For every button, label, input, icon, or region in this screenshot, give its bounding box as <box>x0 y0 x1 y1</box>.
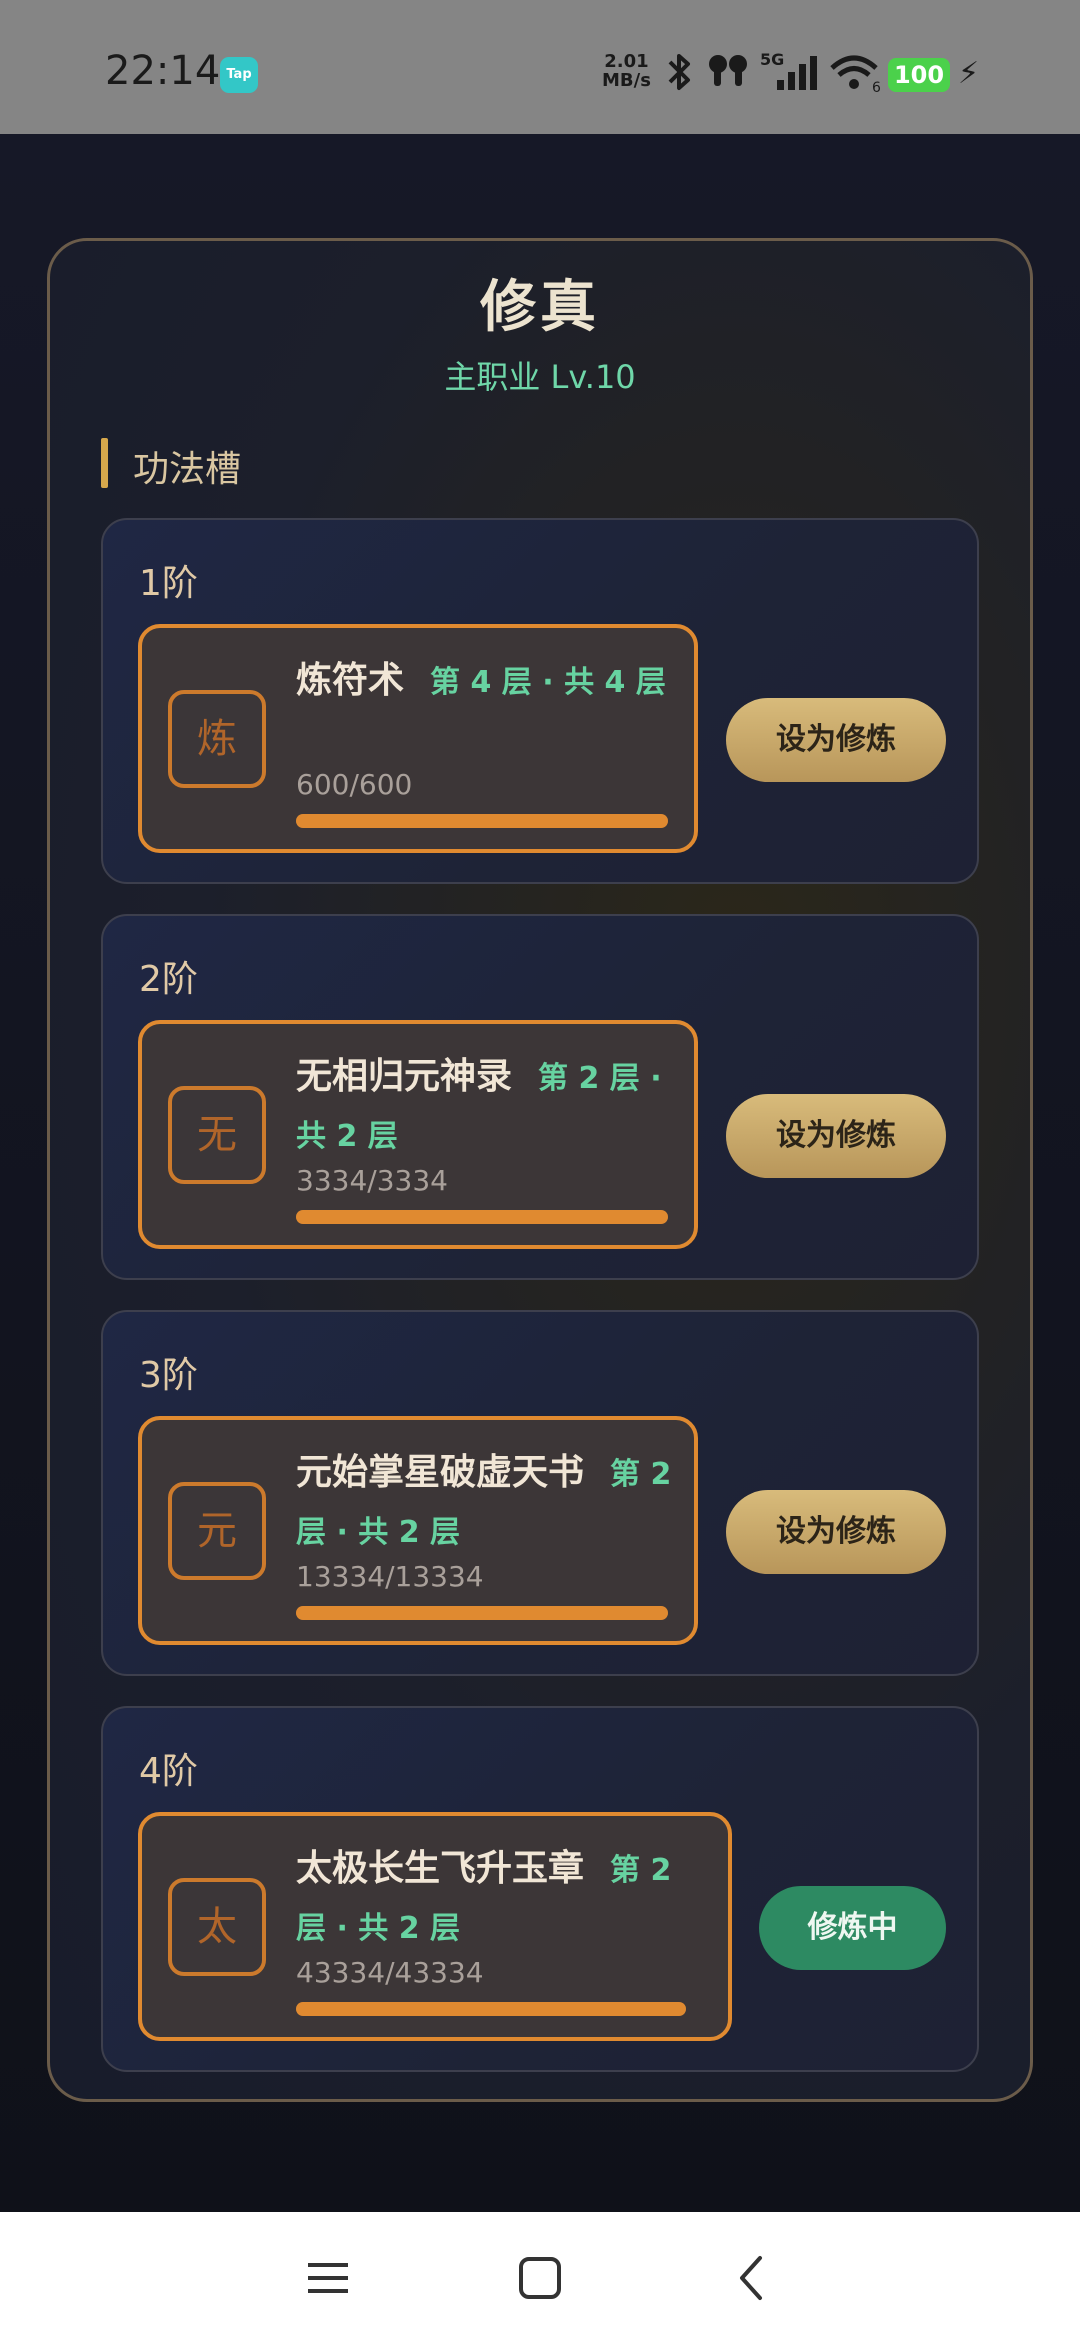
progress-bar <box>296 814 668 828</box>
skill-name: 太极长生飞升玉章 <box>296 1848 585 1889</box>
set-cultivate-button[interactable]: 设为修炼 <box>726 698 946 782</box>
progress-bar <box>296 2002 686 2016</box>
section-accent-bar <box>101 438 108 488</box>
home-square-icon[interactable] <box>510 2248 570 2308</box>
skill-icon: 太 <box>168 1878 266 1976</box>
svg-text:6: 6 <box>872 80 881 94</box>
tier-label: 1阶 <box>139 563 198 604</box>
menu-icon[interactable] <box>298 2248 358 2308</box>
net-speed-unit: MB/s <box>602 70 651 91</box>
skill-card[interactable]: 炼 炼符术第 4 层 · 共 4 层 600/600 <box>138 624 698 853</box>
progress-fill <box>296 1210 668 1224</box>
skill-heading: 炼符术第 4 层 · 共 4 层 <box>296 654 672 714</box>
bluetooth-icon <box>668 54 690 90</box>
status-bar: 22:14 Tap 2.01 MB/s 5G 6 100 ⚡ <box>0 0 1080 134</box>
skill-icon: 无 <box>168 1086 266 1184</box>
system-nav-bar <box>0 2212 1080 2345</box>
net-speed: 2.01 MB/s <box>602 52 651 90</box>
signal-icon <box>777 56 817 90</box>
status-time: 22:14 <box>105 48 221 94</box>
cultivating-status-button[interactable]: 修炼中 <box>759 1886 946 1970</box>
earbuds-icon <box>709 55 747 86</box>
skill-heading: 太极长生飞升玉章第 2 层 · 共 2 层 <box>296 1842 706 1960</box>
progress-fill <box>296 814 668 828</box>
skill-card[interactable]: 元 元始掌星破虚天书第 2 层 · 共 2 层 13334/13334 <box>138 1416 698 1645</box>
tier-card-2: 2阶 无 无相归元神录第 2 层 · 共 2 层 3334/3334 设为修炼 <box>101 914 979 1280</box>
skill-name: 无相归元神录 <box>296 1056 513 1097</box>
main-profession-level: 主职业 Lv.10 <box>444 358 636 396</box>
skill-name: 炼符术 <box>296 660 405 701</box>
section-title: 功法槽 <box>133 449 242 490</box>
set-cultivate-button[interactable]: 设为修炼 <box>726 1490 946 1574</box>
skill-layer: 第 4 层 · 共 4 层 <box>430 665 666 700</box>
skill-progress-text: 600/600 <box>296 768 413 801</box>
progress-fill <box>296 2002 686 2016</box>
progress-bar <box>296 1606 668 1620</box>
skill-heading: 元始掌星破虚天书第 2 层 · 共 2 层 <box>296 1446 672 1564</box>
skill-heading: 无相归元神录第 2 层 · 共 2 层 <box>296 1050 672 1168</box>
page-title: 修真 <box>480 275 600 340</box>
skill-progress-text: 3334/3334 <box>296 1164 448 1197</box>
skill-progress-text: 43334/43334 <box>296 1956 484 1989</box>
skill-name: 元始掌星破虚天书 <box>296 1452 585 1493</box>
charging-bolt-icon: ⚡ <box>958 56 980 91</box>
skill-progress-text: 13334/13334 <box>296 1560 484 1593</box>
set-cultivate-button[interactable]: 设为修炼 <box>726 1094 946 1178</box>
wifi-icon: 6 <box>830 55 881 94</box>
tier-card-3: 3阶 元 元始掌星破虚天书第 2 层 · 共 2 层 13334/13334 设… <box>101 1310 979 1676</box>
tier-label: 3阶 <box>139 1355 198 1396</box>
back-chevron-icon[interactable] <box>722 2248 782 2308</box>
progress-fill <box>296 1606 668 1620</box>
tier-label: 2阶 <box>139 959 198 1000</box>
skill-icon: 炼 <box>168 690 266 788</box>
tier-label: 4阶 <box>139 1751 198 1792</box>
tier-card-4: 4阶 太 太极长生飞升玉章第 2 层 · 共 2 层 43334/43334 修… <box>101 1706 979 2072</box>
progress-bar <box>296 1210 668 1224</box>
battery-indicator: 100 <box>888 58 950 92</box>
tap-app-icon: Tap <box>220 57 258 93</box>
tier-card-1: 1阶 炼 炼符术第 4 层 · 共 4 层 600/600 设为修炼 <box>101 518 979 884</box>
skill-card[interactable]: 太 太极长生飞升玉章第 2 层 · 共 2 层 43334/43334 <box>138 1812 732 2041</box>
skill-icon: 元 <box>168 1482 266 1580</box>
net-speed-value: 2.01 <box>604 51 649 72</box>
skill-card[interactable]: 无 无相归元神录第 2 层 · 共 2 层 3334/3334 <box>138 1020 698 1249</box>
